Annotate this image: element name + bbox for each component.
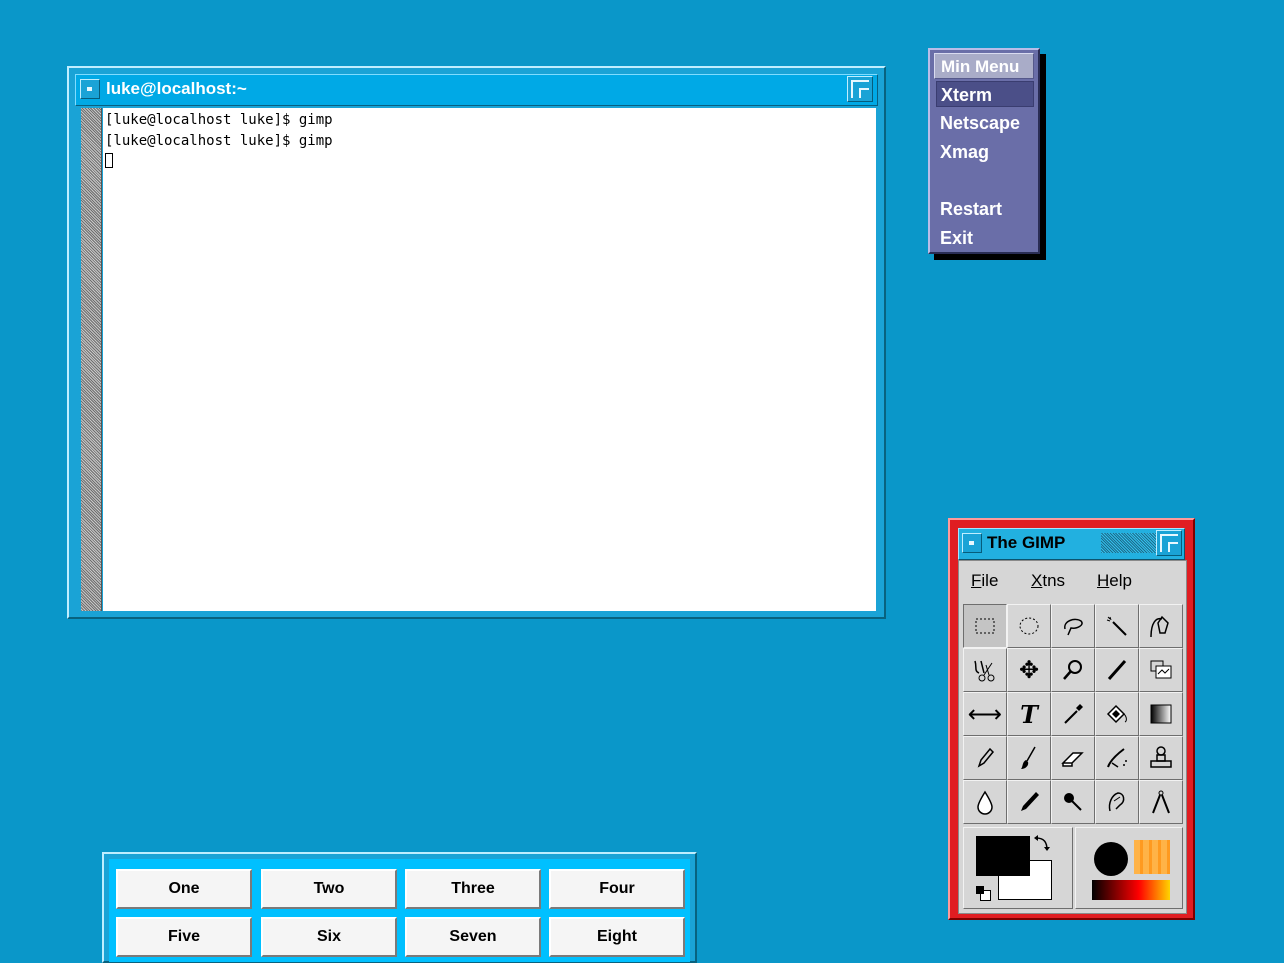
eraser-icon[interactable]	[1051, 736, 1095, 780]
terminal-line: [luke@localhost luke]$ gimp	[105, 112, 333, 128]
menu-file[interactable]: File	[971, 571, 998, 591]
flip-icon[interactable]: ⟷	[963, 692, 1007, 736]
menu-item-xmag[interactable]: Xmag	[936, 139, 1034, 165]
pencil-icon[interactable]	[963, 736, 1007, 780]
menu-item-netscape[interactable]: Netscape	[936, 110, 1034, 136]
min-menu-title: Min Menu	[934, 53, 1034, 79]
bezier-select-icon[interactable]	[1139, 604, 1183, 648]
move-icon[interactable]: ✥	[1007, 648, 1051, 692]
xterm-window[interactable]: luke@localhost:~ [luke@localhost luke]$ …	[67, 66, 886, 619]
dodge-burn-icon[interactable]	[1051, 780, 1095, 824]
xterm-title: luke@localhost:~	[106, 79, 247, 98]
color-picker-icon[interactable]	[1051, 692, 1095, 736]
maximize-button[interactable]	[1156, 530, 1182, 556]
gimp-title: The GIMP	[987, 533, 1066, 552]
terminal-cursor	[105, 153, 113, 168]
intelligent-scissors-icon[interactable]	[963, 648, 1007, 692]
brush-pattern-gradient-area[interactable]	[1075, 827, 1183, 909]
rect-select-icon[interactable]	[963, 604, 1007, 648]
foreground-color-swatch[interactable]	[976, 836, 1030, 876]
terminal-screen[interactable]: [luke@localhost luke]$ gimp [luke@localh…	[103, 108, 876, 611]
menu-item-exit[interactable]: Exit	[936, 225, 1034, 251]
desktop-eight[interactable]: Eight	[549, 917, 685, 957]
desktop-four[interactable]: Four	[549, 869, 685, 909]
tool-grid: ✥ ⟷ T	[963, 604, 1183, 824]
magnify-icon[interactable]	[1051, 648, 1095, 692]
fuzzy-select-icon[interactable]	[1095, 604, 1139, 648]
menu-item-restart[interactable]: Restart	[936, 196, 1034, 222]
maximize-button[interactable]	[847, 76, 873, 102]
menu-item-xterm[interactable]: Xterm	[936, 81, 1034, 107]
color-area[interactable]	[963, 827, 1073, 909]
smudge-icon[interactable]	[1095, 780, 1139, 824]
clone-icon[interactable]	[1139, 736, 1183, 780]
xterm-scrollbar[interactable]	[81, 108, 102, 611]
bucket-fill-icon[interactable]	[1095, 692, 1139, 736]
desktop-one[interactable]: One	[116, 869, 252, 909]
gimp-toolbox-body: File Xtns Help ✥ ⟷ T	[958, 560, 1187, 914]
desktop-six[interactable]: Six	[261, 917, 397, 957]
menu-help[interactable]: Help	[1097, 571, 1132, 591]
desktop-pager: One Two Three Four Five Six Seven Eight	[102, 852, 697, 963]
ink-icon[interactable]	[1007, 780, 1051, 824]
crop-icon[interactable]	[1095, 648, 1139, 692]
gradient-preview[interactable]	[1092, 880, 1170, 900]
default-colors-icon[interactable]	[976, 886, 991, 901]
menu-xtns[interactable]: Xtns	[1031, 571, 1065, 591]
airbrush-icon[interactable]	[1095, 736, 1139, 780]
desktop-three[interactable]: Three	[405, 869, 541, 909]
convolve-icon[interactable]	[963, 780, 1007, 824]
desktop-two[interactable]: Two	[261, 869, 397, 909]
paintbrush-icon[interactable]	[1007, 736, 1051, 780]
pattern-preview[interactable]	[1134, 840, 1170, 874]
desktop-seven[interactable]: Seven	[405, 917, 541, 957]
terminal-line: [luke@localhost luke]$ gimp	[105, 133, 333, 149]
ellipse-select-icon[interactable]	[1007, 604, 1051, 648]
xterm-titlebar[interactable]: luke@localhost:~	[75, 74, 878, 106]
swap-colors-icon[interactable]	[1032, 834, 1052, 854]
blend-icon[interactable]	[1139, 692, 1183, 736]
measure-icon[interactable]	[1139, 780, 1183, 824]
desktop-five[interactable]: Five	[116, 917, 252, 957]
free-select-icon[interactable]	[1051, 604, 1095, 648]
transform-icon[interactable]	[1139, 648, 1183, 692]
gimp-toolbox-window[interactable]: The GIMP File Xtns Help ✥ ⟷ T	[948, 518, 1195, 920]
window-menu-button[interactable]	[962, 533, 982, 553]
min-menu: Min Menu Xterm Netscape Xmag Restart Exi…	[928, 48, 1040, 254]
gimp-titlebar[interactable]: The GIMP	[958, 528, 1185, 560]
window-menu-button[interactable]	[80, 79, 100, 99]
text-icon[interactable]: T	[1007, 692, 1051, 736]
brush-preview[interactable]	[1094, 842, 1128, 876]
